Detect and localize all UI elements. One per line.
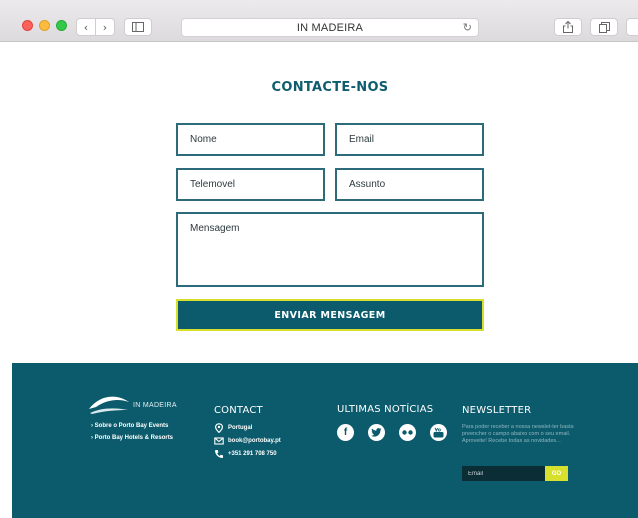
subject-field[interactable] <box>335 168 484 201</box>
contact-email: book@portobay.pt <box>214 437 281 445</box>
contact-phone-text: +351 291 708 750 <box>228 451 277 457</box>
browser-window: ‹ › IN MADEIRA ↻ CONTACTE-NOS Nome Email… <box>0 0 638 518</box>
minimize-window-button[interactable] <box>39 20 50 31</box>
newsletter-form: GO <box>462 466 568 481</box>
email-field[interactable] <box>335 123 484 156</box>
sidebar-icon <box>132 22 144 32</box>
newsletter-email-input[interactable] <box>462 466 545 481</box>
page-title: CONTACTE-NOS <box>271 80 389 95</box>
contact-location: Portugal <box>214 423 281 433</box>
maximize-window-button[interactable] <box>56 20 67 31</box>
contact-location-text: Portugal <box>228 425 253 431</box>
message-field[interactable] <box>176 212 484 287</box>
back-button[interactable]: ‹ <box>76 18 96 36</box>
newsletter-description: Para poder receber a nossa newslet-ter b… <box>462 424 574 444</box>
tabs-button[interactable] <box>590 18 618 36</box>
youtube-icon[interactable] <box>430 424 447 441</box>
name-field[interactable] <box>176 123 325 156</box>
contact-list: Portugal book@portobay.pt +351 291 708 7… <box>214 423 281 463</box>
chevron-right-icon: › <box>102 20 108 34</box>
contact-phone: +351 291 708 750 <box>214 450 281 458</box>
location-pin-icon <box>214 423 224 433</box>
logo-text: IN MADEIRA <box>133 402 177 409</box>
twitter-bird-shape <box>371 428 382 437</box>
send-message-button[interactable]: ENVIAR MENSAGEM <box>176 299 484 331</box>
forward-button[interactable]: › <box>95 18 115 36</box>
chevron-left-icon: ‹ <box>83 20 89 34</box>
close-window-button[interactable] <box>22 20 33 31</box>
news-title: ULTIMAS NOTÍCIAS <box>337 404 434 415</box>
youtube-shape <box>433 427 444 438</box>
contact-email-text[interactable]: book@portobay.pt <box>228 438 281 444</box>
social-links: f <box>337 424 461 441</box>
address-bar[interactable]: IN MADEIRA ↻ <box>181 18 479 37</box>
flickr-icon[interactable] <box>399 424 416 441</box>
about-link[interactable]: Porto Bay Hotels & Resorts <box>91 435 173 441</box>
newsletter-go-button[interactable]: GO <box>545 466 568 481</box>
page-content: CONTACTE-NOS ENVIAR MENSAGEM IN MADEIRA … <box>12 43 638 518</box>
logo-wave-icon <box>89 396 129 414</box>
facebook-icon[interactable]: f <box>337 424 354 441</box>
new-tab-button[interactable] <box>626 18 638 36</box>
newsletter-title: NEWSLETTER <box>462 405 532 416</box>
sidebar-button[interactable] <box>124 18 152 36</box>
flickr-dots-shape <box>402 430 413 435</box>
reload-icon[interactable]: ↻ <box>463 21 472 34</box>
tabs-icon <box>598 21 610 33</box>
logo[interactable]: IN MADEIRA <box>88 393 208 417</box>
phone-icon <box>215 450 223 458</box>
phone-field[interactable] <box>176 168 325 201</box>
envelope-icon <box>214 437 224 445</box>
twitter-icon[interactable] <box>368 424 385 441</box>
share-button[interactable] <box>554 18 582 36</box>
browser-toolbar: ‹ › IN MADEIRA ↻ <box>0 0 638 42</box>
contact-title: CONTACT <box>214 405 263 416</box>
footer: IN MADEIRA Sobre o Porto Bay Events Port… <box>12 363 638 518</box>
address-text: IN MADEIRA <box>296 21 364 34</box>
share-icon <box>563 21 573 33</box>
about-link[interactable]: Sobre o Porto Bay Events <box>91 423 173 429</box>
about-links: Sobre o Porto Bay Events Porto Bay Hotel… <box>91 423 173 447</box>
